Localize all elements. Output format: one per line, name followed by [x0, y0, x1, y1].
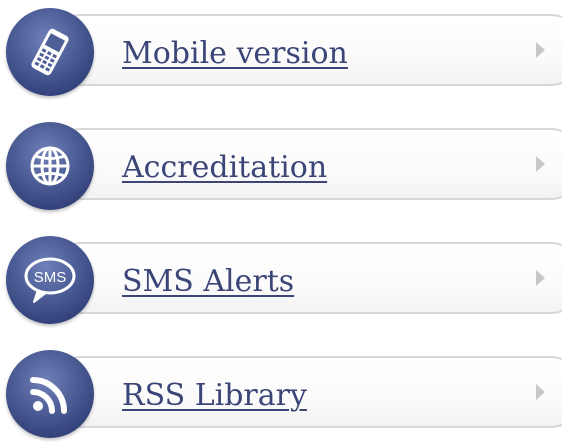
- rss-library-link[interactable]: RSS Library: [122, 376, 307, 416]
- menu-item-mobile-version[interactable]: Mobile version: [0, 0, 562, 100]
- rss-icon: [6, 350, 94, 438]
- mobile-version-link[interactable]: Mobile version: [122, 34, 348, 74]
- sms-icon-text: SMS: [34, 269, 67, 286]
- chevron-right-icon: [536, 156, 545, 172]
- chevron-right-icon: [536, 384, 545, 400]
- menu-item-rss-library[interactable]: RSS Library: [0, 342, 562, 442]
- globe-icon: [6, 122, 94, 210]
- sms-alerts-link[interactable]: SMS Alerts: [122, 262, 294, 302]
- menu-item-accreditation[interactable]: Accreditation: [0, 114, 562, 214]
- accreditation-link[interactable]: Accreditation: [122, 148, 327, 188]
- sms-bubble-icon: SMS: [6, 236, 94, 324]
- chevron-right-icon: [536, 42, 545, 58]
- mobile-phone-icon: [6, 8, 94, 96]
- chevron-right-icon: [536, 270, 545, 286]
- menu-item-sms-alerts[interactable]: SMS SMS Alerts: [0, 228, 562, 328]
